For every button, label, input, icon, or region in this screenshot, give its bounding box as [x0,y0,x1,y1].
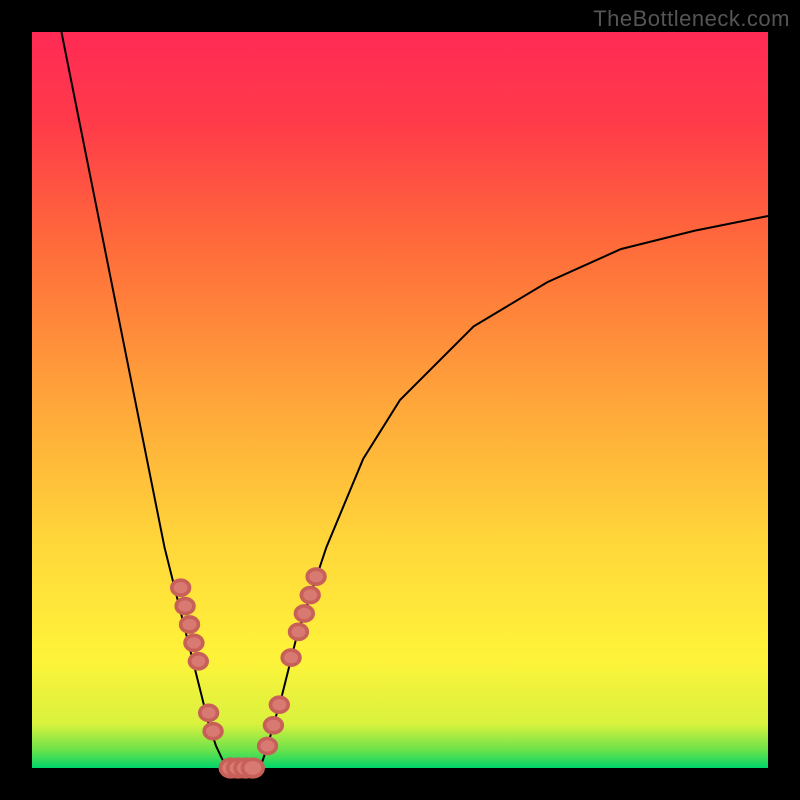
plot-area [32,32,768,768]
marker-dot [295,606,313,621]
marker-dot [282,650,300,665]
marker-dot [181,617,199,632]
marker-dot [204,724,222,739]
marker-dot [259,738,277,753]
marker-dot [270,697,288,712]
v-curve [61,32,768,768]
marker-dot [185,635,203,650]
marker-dots [172,569,325,777]
curve-lines [61,32,768,768]
marker-dot [190,654,208,669]
marker-dot [242,759,263,777]
marker-dot [265,718,283,733]
watermark-text: TheBottleneck.com [593,6,790,32]
marker-dot [172,580,190,595]
marker-dot [301,588,319,603]
chart-svg [32,32,768,768]
marker-dot [200,705,218,720]
marker-dot [176,599,194,614]
marker-dot [307,569,325,584]
chart-container: TheBottleneck.com [0,0,800,800]
marker-dot [290,624,308,639]
